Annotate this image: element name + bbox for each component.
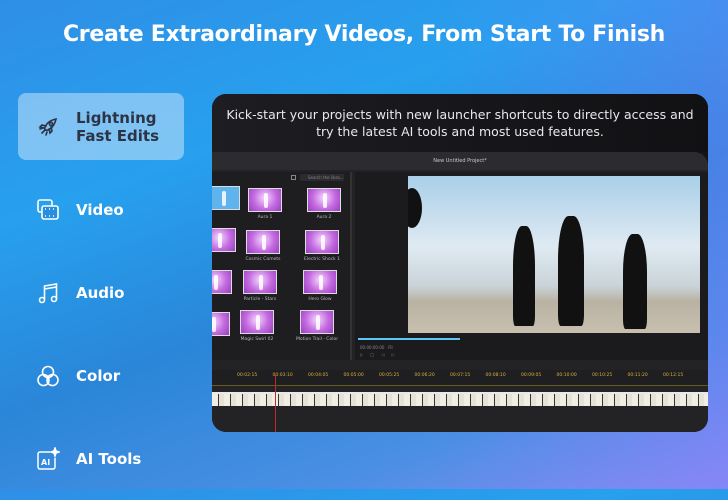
timeline-tick-label: 00:07:15 [450, 373, 471, 378]
effect-thumbnail[interactable] [300, 310, 334, 334]
effect-thumbnail[interactable] [240, 310, 274, 334]
effect-label: Aura 1 [257, 215, 273, 220]
sidebar-item-ai-tools[interactable]: AI AI Tools [18, 417, 184, 500]
transport-buttons[interactable]: ▷ □ ◁ ▷ [360, 352, 703, 357]
effect-thumbnail[interactable] [243, 270, 277, 294]
timecode: 00:00:00:00 [360, 345, 385, 350]
effect-thumbnail[interactable] [248, 188, 282, 212]
effect-thumbnail[interactable] [246, 230, 280, 254]
effect-thumbnail[interactable] [212, 270, 232, 294]
effect-thumbnail[interactable] [212, 228, 236, 252]
effect-label: Magic Swirl 02 [240, 337, 274, 342]
timeline-tick-label: 00:12:15 [663, 373, 684, 378]
timeline-tick-label: 00:11:20 [627, 373, 648, 378]
sidebar-item-label: Video [76, 200, 124, 219]
timeline-tick-label: 00:10:00 [556, 373, 577, 378]
effect-label: Motion Trail - Color [295, 337, 339, 342]
preview-panel: 00:00:00:00 Fit ▷ □ ◁ ▷ [355, 172, 708, 360]
playhead[interactable] [275, 374, 276, 432]
color-circles-icon [37, 365, 59, 386]
video-track-clip[interactable] [212, 392, 708, 406]
sidebar-item-label: Color [76, 366, 121, 385]
sidebar-item-label: Audio [76, 283, 125, 302]
project-title: New Untitled Project* [212, 152, 708, 170]
ai-sparkle-icon: AI [37, 446, 60, 470]
timeline-tick-label: 00:05:25 [379, 373, 400, 378]
effect-label: Electric Shock 1 [304, 257, 340, 262]
playback-progress-bar[interactable] [358, 338, 460, 340]
sidebar-item-label: Fast Edits [76, 126, 160, 145]
video-preview-frame [408, 176, 700, 333]
effect-thumbnail[interactable] [305, 230, 339, 254]
page-title: Create Extraordinary Videos, From Start … [62, 22, 666, 47]
effect-label: Aura 2 [316, 215, 332, 220]
feature-caption: Kick-start your projects with new launch… [212, 94, 708, 152]
effect-label: Hero Glow [308, 297, 332, 302]
grid-view-icon[interactable] [291, 174, 296, 180]
timeline-tick-label: 00:04:05 [308, 373, 329, 378]
sidebar-item-color[interactable]: Color [18, 334, 184, 417]
sidebar-item-audio[interactable]: Audio [18, 251, 184, 334]
zoom-select[interactable]: Fit [388, 345, 393, 350]
timeline-tick-label: 00:10:25 [592, 373, 613, 378]
sidebar-item-lightning-fast-edits[interactable]: Lightning Fast Edits [18, 93, 184, 160]
effect-label: Particle - Stars [243, 297, 277, 302]
library-search-input[interactable]: Search the libra... [300, 173, 344, 181]
timeline-tick-label: 00:05:00 [343, 373, 364, 378]
effect-label: Cosmic Comets [245, 257, 281, 262]
effect-thumbnail[interactable] [212, 312, 230, 336]
svg-text:AI: AI [41, 458, 50, 467]
effect-thumbnail[interactable] [212, 186, 240, 210]
rocket-icon [38, 117, 58, 136]
sidebar-item-label: AI Tools [76, 449, 142, 468]
feature-sidebar: Lightning Fast Edits Video Audio Color AI… [18, 93, 184, 500]
caption-line: try the latest AI tools and most used fe… [316, 124, 604, 139]
video-icon [37, 198, 59, 220]
timeline-ruler[interactable]: 00:02:15 00:03:10 00:04:05 00:05:00 00:05:25… [212, 370, 708, 386]
effect-thumbnail[interactable] [307, 188, 341, 212]
sidebar-item-video[interactable]: Video [18, 168, 184, 251]
feature-preview-card: Kick-start your projects with new launch… [212, 94, 708, 432]
playback-controls: 00:00:00:00 Fit ▷ □ ◁ ▷ [355, 342, 708, 360]
editor-screenshot: New Untitled Project* Search the libra..… [212, 152, 708, 432]
effects-library-panel: Search the libra... Aura 1 Aura 2 Cosmic… [212, 172, 352, 360]
music-note-icon [38, 282, 58, 303]
timeline-tick-label: 00:02:15 [237, 373, 258, 378]
caption-line: Kick-start your projects with new launch… [226, 107, 694, 122]
effect-thumbnail[interactable] [303, 270, 337, 294]
sidebar-item-label: Lightning [76, 108, 157, 127]
timeline-tick-label: 00:08:10 [485, 373, 506, 378]
timeline-tick-label: 00:06:20 [414, 373, 435, 378]
timeline-tick-label: 00:09:05 [521, 373, 542, 378]
